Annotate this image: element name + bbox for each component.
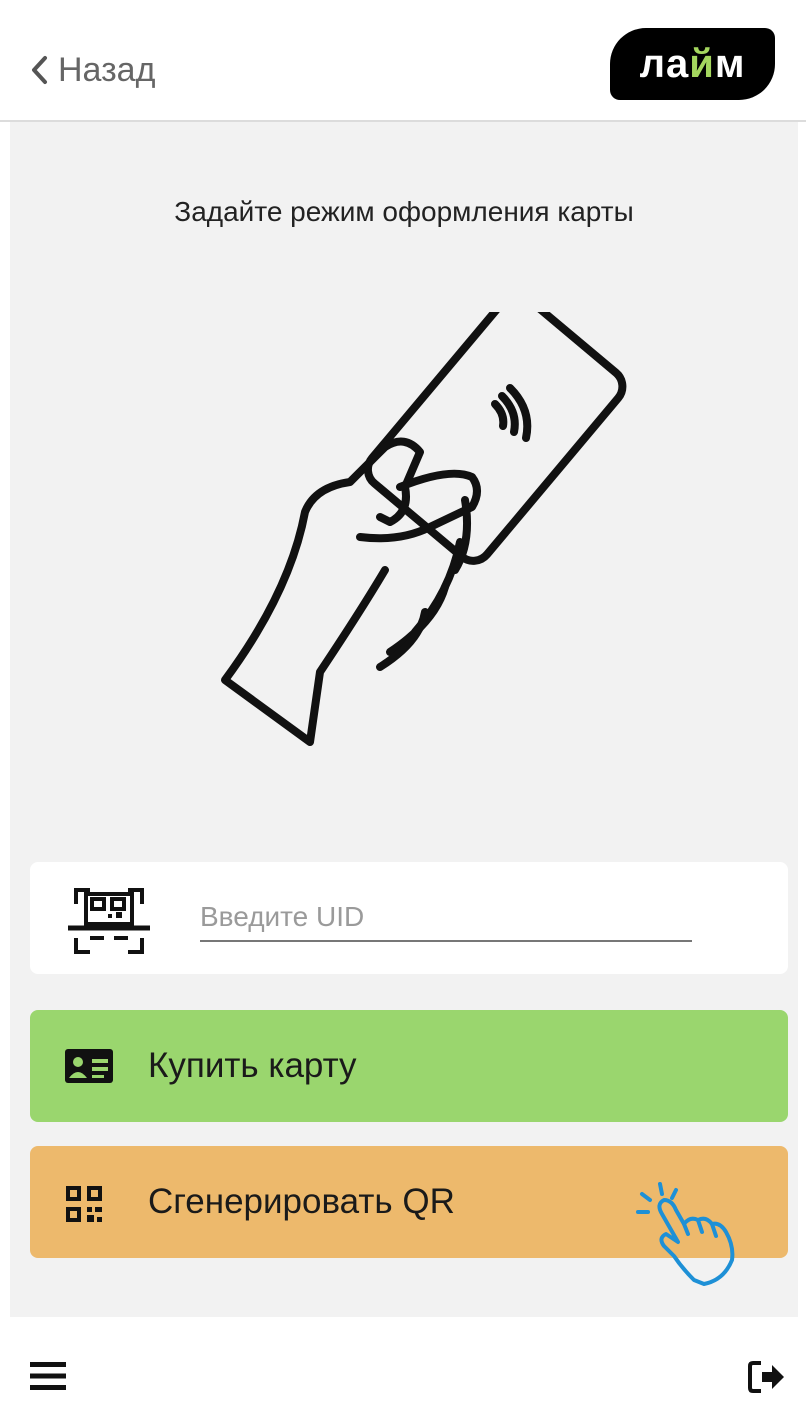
- uid-input[interactable]: [200, 894, 692, 942]
- logout-icon[interactable]: [748, 1361, 786, 1398]
- qr-code-icon: [64, 1184, 104, 1229]
- generate-qr-label: Сгенерировать QR: [148, 1182, 455, 1221]
- chevron-left-icon: [30, 55, 48, 85]
- back-label: Назад: [58, 50, 156, 89]
- back-button[interactable]: Назад: [30, 46, 155, 94]
- app-header: Назад ла й м: [0, 0, 806, 122]
- page-title: Задайте режим оформления карты: [174, 196, 634, 227]
- brand-logo: ла й м: [610, 28, 775, 100]
- id-card-icon: [64, 1048, 114, 1089]
- generate-qr-button[interactable]: Сгенерировать QR: [30, 1146, 788, 1286]
- bottom-bar: [0, 1317, 806, 1427]
- buy-card-button[interactable]: Купить карту: [30, 1010, 788, 1122]
- hand-holding-contactless-card-icon: [210, 291, 630, 767]
- hamburger-menu-icon[interactable]: [30, 1361, 66, 1396]
- main-content: Задайте режим оформления карты Введите U…: [10, 122, 798, 1317]
- tap-hand-icon: [634, 1180, 738, 1291]
- qr-scan-icon[interactable]: [64, 882, 154, 965]
- buy-card-label: Купить карту: [148, 1046, 357, 1085]
- uid-entry-card: [30, 862, 788, 974]
